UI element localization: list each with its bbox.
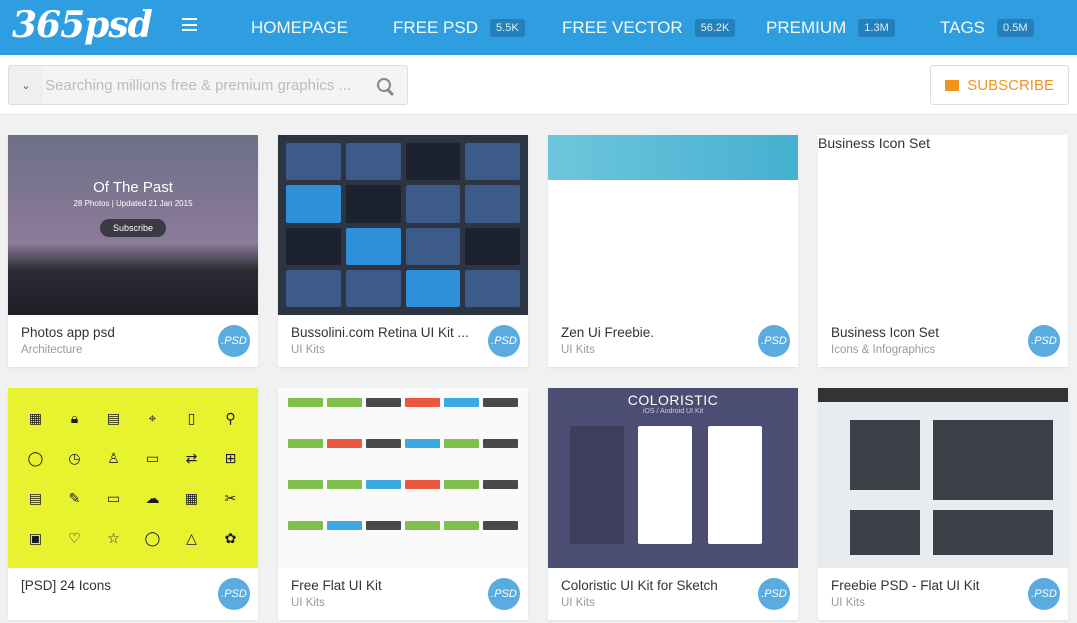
thumbnail[interactable] [548,135,798,315]
card-title[interactable]: Photos app psd [21,325,245,340]
card-title[interactable]: Free Flat UI Kit [291,578,515,593]
nav-homepage[interactable]: HOMEPAGE [251,0,348,55]
thumb-heading: Of The Past [93,179,173,196]
thumbnail[interactable] [818,388,1068,568]
thumbnail[interactable]: ▦ 🔒︎ ▤ ⌖ ▯ ⚲ ◯ ◷ ♙ ▭ ⇄ ⊞ ▤ ✎ ▭ ☁ ▦ ✂ ▣ ♡ ☆ ◯ △ ✿ [8,388,258,568]
count-badge: 56.2K [694,18,736,37]
subscribe-button[interactable]: SUBSCRIBE [930,65,1069,105]
card-title[interactable]: Business Icon Set [831,325,1055,340]
search-icon[interactable] [377,78,391,92]
psd-badge: .PSD [218,325,250,357]
nav-label: FREE PSD [393,17,479,37]
card[interactable]: Business Icon Set Business Icon Set Icons… [818,135,1068,367]
count-badge: 1.3M [858,18,895,37]
psd-badge: .PSD [488,325,520,357]
card[interactable]: Free Flat UI Kit UI Kits .PSD [278,388,528,620]
thumb-sub: iOS / Android UI Kit [642,408,704,415]
envelope-icon [945,79,960,91]
psd-badge: .PSD [1028,325,1060,357]
psd-badge: .PSD [758,325,790,357]
card-title[interactable]: Freebie PSD - Flat UI Kit [831,578,1055,593]
card-title[interactable]: Zen Ui Freebie. [561,325,785,340]
psd-badge: .PSD [218,578,250,610]
top-nav-bar: 365psd HOMEPAGE FREE PSD 5.5K FREE VECTOR… [0,0,1077,55]
card[interactable]: ▦ 🔒︎ ▤ ⌖ ▯ ⚲ ◯ ◷ ♙ ▭ ⇄ ⊞ ▤ ✎ ▭ ☁ ▦ ✂ ▣ ♡ ☆ ◯ △ ✿ [PSD] 24 Ic… [8,388,258,620]
card[interactable]: Zen Ui Freebie. UI Kits .PSD [548,135,798,367]
logo[interactable]: 365psd [12,4,153,46]
nav-tags[interactable]: TAGS 0.5M [940,0,1034,55]
thumbnail[interactable]: COLORISTIC iOS / Android UI Kit [548,388,798,568]
thumb-heading: Business Icon Set [818,135,931,151]
card[interactable]: Of The Past 28 Photos | Updated 21 Jan 2… [8,135,258,367]
card[interactable]: Freebie PSD - Flat UI Kit UI Kits .PSD [818,388,1068,620]
psd-badge: .PSD [758,578,790,610]
psd-badge: .PSD [488,578,520,610]
thumb-sub: 28 Photos | Updated 21 Jan 2015 [73,199,193,208]
thumb-button: Subscribe [100,219,166,237]
card-category[interactable]: UI Kits [291,344,515,356]
count-badge: 5.5K [490,18,525,37]
card-category[interactable]: Icons & Infographics [831,344,1055,356]
nav-label: FREE VECTOR [562,17,683,37]
card-title[interactable]: [PSD] 24 Icons [21,578,245,593]
card[interactable]: Bussolini.com Retina UI Kit ... UI Kits .P… [278,135,528,367]
nav-label: TAGS [940,17,986,37]
card-category[interactable]: UI Kits [291,597,515,609]
nav-free-vector[interactable]: FREE VECTOR 56.2K [562,0,736,55]
nav-label: PREMIUM [766,17,847,37]
card-title[interactable]: Coloristic UI Kit for Sketch [561,578,785,593]
card-category[interactable]: Architecture [21,344,245,356]
card-category[interactable]: UI Kits [831,597,1055,609]
nav-label: HOMEPAGE [251,17,348,37]
menu-icon[interactable] [182,18,197,31]
thumbnail[interactable]: Of The Past 28 Photos | Updated 21 Jan 2… [8,135,258,315]
count-badge: 0.5M [997,18,1034,37]
thumbnail[interactable]: Business Icon Set [818,135,1068,315]
nav-premium[interactable]: PREMIUM 1.3M [766,0,895,55]
card-category[interactable]: UI Kits [561,597,785,609]
psd-badge: .PSD [1028,578,1060,610]
thumbnail[interactable] [278,135,528,315]
search-input[interactable] [43,66,363,104]
search-box: ⌄ [8,65,408,105]
nav-free-psd[interactable]: FREE PSD 5.5K [393,0,525,55]
card-title[interactable]: Bussolini.com Retina UI Kit ... [291,325,515,340]
thumbnail[interactable] [278,388,528,568]
card-category[interactable]: UI Kits [561,344,785,356]
thumb-heading: COLORISTIC [627,392,719,408]
chevron-down-icon[interactable]: ⌄ [9,66,43,104]
subscribe-label: SUBSCRIBE [967,76,1054,94]
card[interactable]: COLORISTIC iOS / Android UI Kit Colorist… [548,388,798,620]
